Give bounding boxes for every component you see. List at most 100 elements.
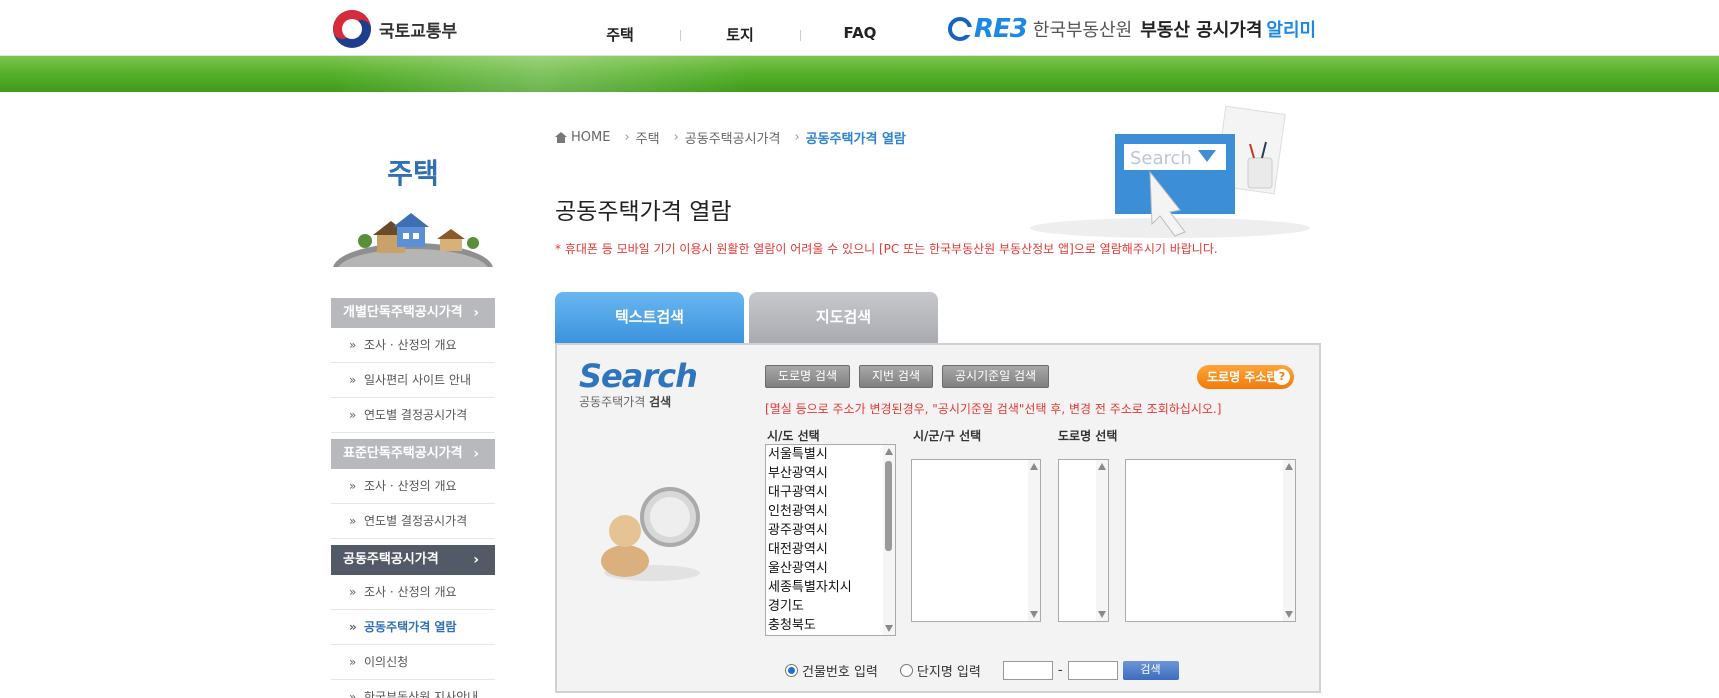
sido-label: 시/도 선택 [767, 429, 820, 443]
search-hero-illustration: Search [1030, 105, 1310, 238]
sidebar-cat-standard[interactable]: 표준단독주택공시가격 › [331, 439, 495, 469]
breadcrumb-housing[interactable]: 주택 [636, 128, 660, 147]
sido-option[interactable]: 대전광역시 [766, 540, 895, 559]
sido-option[interactable]: 부산광역시 [766, 464, 895, 483]
base-date-search-button[interactable]: 공시기준일 검색 [942, 365, 1050, 388]
sidebar-item-survey-overview[interactable]: 조사 · 산정의 개요 [331, 575, 495, 610]
search-panel: Search 공동주택가격 검색 도로명 검색 지번 검색 공시기준일 검색 도… [555, 343, 1321, 693]
sido-option[interactable]: 충청북도 [766, 616, 895, 635]
sido-option[interactable]: 서울특별시 [766, 445, 895, 464]
green-banner [0, 56, 1719, 92]
reb-letters: RE3 [974, 14, 1028, 44]
nav-land[interactable]: 토지 [680, 24, 800, 45]
building-number-radio[interactable] [785, 664, 798, 677]
ministry-logo[interactable]: 국토교통부 [333, 10, 457, 48]
home-icon [555, 132, 567, 143]
nav-housing[interactable]: 주택 [560, 24, 680, 45]
sidebar-item-objection[interactable]: 이의신청 [331, 645, 495, 680]
search-logo: Search 공동주택가격 검색 [579, 357, 698, 410]
sidebar-item-apartment-price-view[interactable]: 공동주택가격 열람 [331, 610, 495, 645]
houses-illustration [333, 213, 493, 267]
sigungu-select[interactable] [911, 459, 1041, 622]
road-address-info-label: 도로명 주소란 [1207, 370, 1278, 384]
building-sub-number-input[interactable] [1067, 661, 1118, 680]
search-logo-word: Search [579, 357, 698, 395]
scroll-up-icon [1285, 463, 1293, 470]
taeguk-emblem-icon [333, 10, 371, 48]
reb-org-name: 한국부동산원 [1032, 20, 1133, 41]
service-name-accent: 알리미 [1266, 20, 1317, 41]
road-name-scrollbar[interactable] [1283, 460, 1295, 621]
chevron-right-icon: › [473, 552, 479, 568]
sido-option[interactable]: 대구광역시 [766, 483, 895, 502]
ministry-name: 국토교통부 [379, 21, 458, 42]
breadcrumb: HOME › 주택 › 공동주택공시가격 › 공동주택가격 열람 [555, 128, 906, 147]
road-initial-select[interactable] [1058, 459, 1109, 622]
sido-option[interactable]: 울산광역시 [766, 559, 895, 578]
sido-scrollbar[interactable] [883, 445, 895, 635]
sidebar-item-yearly-price[interactable]: 연도별 결정공시가격 [331, 504, 495, 539]
nav-faq[interactable]: FAQ [800, 24, 920, 45]
scroll-down-icon [1030, 611, 1038, 618]
sidebar-item-survey-overview[interactable]: 조사 · 산정의 개요 [331, 328, 495, 363]
global-nav: 주택 토지 FAQ [560, 24, 920, 45]
scroll-thumb[interactable] [885, 461, 892, 551]
search-sub-prefix: 공동주택가격 [579, 395, 646, 409]
sido-option[interactable]: 경기도 [766, 597, 895, 616]
reb-mark-icon [948, 17, 972, 41]
sidebar-item-survey-overview[interactable]: 조사 · 산정의 개요 [331, 469, 495, 504]
chevron-right-icon: › [673, 130, 679, 145]
complex-name-radio-label: 단지명 입력 [916, 665, 981, 680]
tab-text-search[interactable]: 텍스트검색 [555, 292, 744, 343]
sidebar-cat-label: 공동주택공시가격 [343, 552, 439, 567]
scroll-up-icon [1098, 463, 1106, 470]
scroll-up-icon [885, 448, 893, 455]
sido-option[interactable]: 인천광역시 [766, 502, 895, 521]
complex-name-radio[interactable] [899, 664, 913, 677]
search-button[interactable]: 검색 [1122, 661, 1179, 680]
question-icon: ? [1274, 369, 1290, 385]
building-number-radio-label: 건물번호 입력 [802, 665, 878, 680]
search-sub-bold: 검색 [649, 395, 672, 409]
reb-logo[interactable]: RE3 한국부동산원 부동산 공시가격 알리미 [948, 14, 1316, 44]
service-name: 부동산 공시가격 [1140, 20, 1263, 41]
breadcrumb-apartment[interactable]: 공동주택공시가격 [685, 128, 781, 147]
search-hint: [멸실 등으로 주소가 변경된경우, "공시기준일 검색"선택 후, 변경 전 … [765, 402, 1222, 416]
sidebar-item-ilsa-site[interactable]: 일사편리 사이트 안내 [331, 363, 495, 398]
nav-divider [800, 30, 801, 41]
sidebar-item-yearly-price[interactable]: 연도별 결정공시가격 [331, 398, 495, 433]
scroll-down-icon [1098, 611, 1106, 618]
sidebar-title: 주택 [387, 157, 439, 190]
sido-option[interactable]: 세종특별자치시 [766, 578, 895, 597]
tab-map-search[interactable]: 지도검색 [749, 292, 938, 343]
breadcrumb-home[interactable]: HOME [571, 130, 610, 145]
sidebar-cat-label: 개별단독주택공시가격 [343, 305, 463, 320]
sigungu-label: 시/군/구 선택 [913, 429, 982, 443]
road-name-search-button[interactable]: 도로명 검색 [765, 365, 851, 388]
sidebar-item-branch-info[interactable]: 한국부동산원 지사안내 [331, 680, 495, 698]
address-input-row: 건물번호 입력 단지명 입력 - 검색 [785, 661, 1179, 680]
road-name-select[interactable] [1125, 459, 1296, 622]
chevron-right-icon: › [473, 305, 479, 321]
chevron-right-icon: › [624, 130, 630, 145]
sidebar-menu: 개별단독주택공시가격 › 조사 · 산정의 개요 일사편리 사이트 안내 연도별 … [331, 298, 495, 698]
sidebar-cat-apartment[interactable]: 공동주택공시가격 › [331, 545, 495, 575]
road-initial-scrollbar[interactable] [1096, 460, 1108, 621]
scroll-up-icon [1030, 463, 1038, 470]
lot-number-search-button[interactable]: 지번 검색 [859, 365, 933, 388]
breadcrumb-current: 공동주택가격 열람 [805, 132, 906, 147]
input-dash: - [1057, 663, 1063, 678]
sigungu-scrollbar[interactable] [1028, 460, 1040, 621]
sidebar-cat-individual[interactable]: 개별단독주택공시가격 › [331, 298, 495, 328]
sidebar-cat-label: 표준단독주택공시가격 [343, 446, 463, 461]
sido-option[interactable]: 광주광역시 [766, 521, 895, 540]
nav-divider [680, 30, 681, 41]
mobile-notice: * 휴대폰 등 모바일 기기 이용시 원활한 열람이 어려울 수 있으니 [PC… [555, 242, 1218, 256]
road-address-info-button[interactable]: 도로명 주소란 ? [1197, 365, 1294, 389]
page-title: 공동주택가격 열람 [555, 199, 732, 225]
sido-select[interactable]: 서울특별시 부산광역시 대구광역시 인천광역시 광주광역시 대전광역시 울산광역… [765, 444, 896, 636]
chevron-right-icon: › [794, 130, 800, 145]
building-main-number-input[interactable] [1002, 661, 1053, 680]
search-type-buttons: 도로명 검색 지번 검색 공시기준일 검색 [765, 365, 1058, 388]
chevron-right-icon: › [473, 446, 479, 462]
